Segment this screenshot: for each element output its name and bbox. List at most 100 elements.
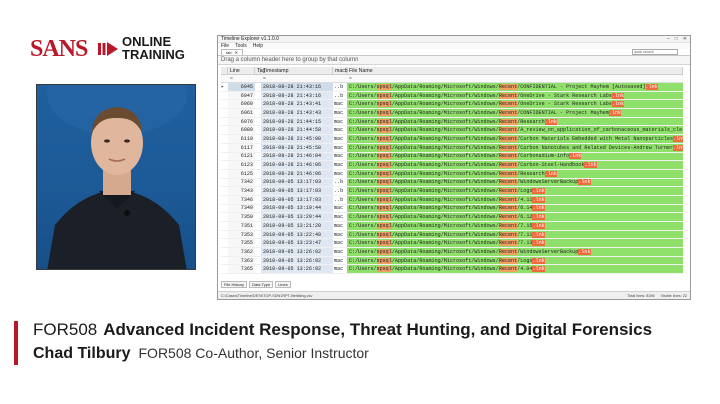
file-path-name: /Research [517, 118, 545, 125]
cell-file-name: C:/Users/spsql/AppData/Roaming/Microsoft… [347, 117, 683, 126]
window-titlebar: Timeline Explorer v1.1.0.0 – □ ✕ [218, 36, 690, 43]
table-row[interactable]: 6061 2018-08-28 21:43:43 mac C:/Users/spsql… [221, 109, 683, 118]
table-row[interactable]: 7350 2018-09-05 13:20:44 mac C:/Users/spsql… [221, 213, 683, 222]
table-row[interactable]: 6125 2018-08-28 21:46:06 mac C:/Users/spsql… [221, 169, 683, 179]
table-row[interactable]: ▸ 6045 2018-08-28 21:43:16 ..b C:/Users/spsq… [221, 83, 683, 92]
table-row[interactable]: 7349 2018-09-05 13:19:44 mac C:/Users/spsql… [221, 204, 683, 214]
table-row[interactable]: 7353 2018-09-05 13:22:40 mac C:/Users/spsql… [221, 230, 683, 240]
table-row[interactable]: 6110 2018-08-28 21:45:00 mac C:/Users/spsql… [221, 135, 683, 144]
col-file-name[interactable]: File Name [347, 67, 683, 74]
cell-line: 7350 [228, 213, 255, 221]
highlight-lnk-ext: .lnk [532, 214, 545, 221]
cell-macb: mac [334, 109, 344, 116]
cell-timestamp: 2018-09-05 13:19:44 [261, 204, 333, 213]
cell-macb: mac [334, 135, 344, 142]
table-row[interactable]: 6047 2018-08-28 21:43:16 ..b C:/Users/spsql… [221, 91, 683, 101]
group-by-panel[interactable]: Drag a column header here to group by th… [218, 56, 690, 65]
file-path-prefix: C:/Users/ [349, 170, 377, 177]
highlight-recent: Recent [498, 127, 518, 134]
bottom-tab-lines[interactable]: Lines [275, 281, 291, 288]
file-path-name: /CONFIDENTIAL - Project Mayhem [Autosave… [517, 83, 646, 90]
cell-line: 7351 [228, 222, 255, 230]
highlight-recent: Recent [498, 231, 518, 238]
row-indicator [221, 257, 228, 265]
row-indicator [221, 248, 228, 256]
table-row[interactable]: 7346 2018-09-05 13:17:03 ..b C:/Users/spsql… [221, 195, 683, 205]
highlight-username: spsql [376, 196, 392, 203]
menu-help[interactable]: Help [253, 43, 263, 49]
table-row[interactable]: 6117 2018-08-28 21:45:58 mac C:/Users/spsql… [221, 143, 683, 153]
col-line[interactable]: Line [228, 67, 255, 74]
presenter-webcam [36, 84, 196, 270]
cell-line: 7362 [228, 248, 255, 256]
highlight-username: spsql [376, 162, 392, 169]
file-path-name: /WindowsServerBackup [517, 248, 579, 255]
cell-line: 6060 [228, 100, 255, 109]
cell-line: 6061 [228, 109, 255, 117]
file-path-prefix: C:/Users/ [349, 135, 377, 142]
highlight-recent: Recent [498, 162, 518, 169]
highlight-username: spsql [376, 205, 392, 212]
table-row[interactable]: 6060 2018-08-28 21:43:41 mac C:/Users/spsql… [221, 100, 683, 110]
cell-timestamp: 2018-08-28 21:43:16 [261, 83, 333, 91]
table-row[interactable]: 6076 2018-08-28 21:44:15 mac C:/Users/spsql… [221, 117, 683, 127]
col-macb[interactable]: macb [333, 67, 348, 74]
highlight-username: spsql [376, 92, 392, 99]
quick-search-input[interactable]: quick search [632, 49, 678, 55]
file-path-mid: /AppData/Roaming/Microsoft/Windows/ [391, 92, 499, 99]
bottom-tab-file-history[interactable]: File History [221, 281, 248, 288]
file-path-mid: /AppData/Roaming/Microsoft/Windows/ [391, 109, 499, 116]
table-row[interactable]: 7351 2018-09-05 13:21:20 mac C:/Users/spsql… [221, 222, 683, 231]
file-path-prefix: C:/Users/ [349, 127, 377, 134]
table-row[interactable]: 7355 2018-09-05 13:23:47 mac C:/Users/spsql… [221, 239, 683, 249]
row-indicator [221, 153, 228, 161]
cell-line: 7346 [228, 195, 255, 204]
highlight-recent: Recent [498, 179, 518, 186]
presenter-line: Chad Tilbury FOR508 Co-Author, Senior Ins… [33, 345, 369, 363]
logo-training: TRAINING [122, 47, 185, 62]
cell-line: 7365 [228, 265, 255, 274]
col-timestamp[interactable]: Timestamp [261, 67, 333, 74]
file-path-prefix: C:/Users/ [349, 231, 377, 238]
cell-file-name: C:/Users/spsql/AppData/Roaming/Microsoft… [347, 230, 683, 239]
cell-line: 6117 [228, 143, 255, 152]
cell-file-name: C:/Users/spsql/AppData/Roaming/Microsoft… [347, 178, 683, 187]
cell-line: 6076 [228, 117, 255, 126]
presenter-figure [47, 85, 187, 269]
file-path-mid: /AppData/Roaming/Microsoft/Windows/ [391, 205, 499, 212]
cell-timestamp: 2018-09-05 13:22:40 [261, 230, 333, 239]
cell-macb: mac [334, 231, 344, 238]
tab-close-icon[interactable]: ✕ [235, 50, 238, 55]
filter-file-name[interactable]: = [347, 76, 683, 82]
file-path-name: /Logs [517, 257, 533, 264]
table-row[interactable]: 6089 2018-08-28 21:44:58 mac C:/Users/spsql… [221, 126, 683, 136]
cell-macb: mac [334, 144, 344, 151]
cell-file-name: C:/Users/spsql/AppData/Roaming/Microsoft… [347, 143, 683, 152]
highlight-recent: Recent [498, 92, 518, 99]
maximize-icon[interactable]: □ [675, 36, 678, 42]
tab-timeline[interactable]: tab ✕ [221, 49, 243, 55]
highlight-recent: Recent [498, 118, 518, 125]
filter-timestamp[interactable]: = [261, 76, 333, 82]
table-row[interactable]: 7365 2018-09-05 13:26:02 mac C:/Users/spsql… [221, 265, 683, 275]
table-row[interactable]: 6123 2018-08-28 21:46:06 mac C:/Users/spsql… [221, 161, 683, 170]
file-path-prefix: C:/Users/ [349, 240, 377, 247]
minimize-icon[interactable]: – [667, 36, 670, 42]
table-row[interactable]: 7363 2018-09-05 13:26:02 mac C:/Users/spsql… [221, 256, 683, 266]
table-row[interactable]: 6121 2018-08-28 21:46:04 mac C:/Users/spsql… [221, 152, 683, 162]
table-row[interactable]: 7342 2018-09-05 13:17:03 ..b C:/Users/spsql… [221, 178, 683, 188]
cell-file-name: C:/Users/spsql/AppData/Roaming/Microsoft… [347, 169, 683, 178]
highlight-recent: Recent [498, 222, 518, 229]
table-row[interactable]: 7362 2018-09-05 13:26:02 mac C:/Users/spsql… [221, 248, 683, 257]
quick-search-placeholder: quick search [634, 50, 654, 54]
cell-timestamp: 2018-08-28 21:43:41 [261, 100, 333, 109]
bottom-tab-data-type[interactable]: Data Type [249, 281, 274, 288]
highlight-recent: Recent [498, 205, 518, 212]
cell-line: 6110 [228, 135, 255, 143]
filter-line[interactable]: = [228, 76, 255, 82]
file-path-prefix: C:/Users/ [349, 222, 377, 229]
highlight-username: spsql [376, 83, 392, 90]
file-path-prefix: C:/Users/ [349, 92, 377, 99]
close-icon[interactable]: ✕ [683, 36, 687, 42]
table-row[interactable]: 7343 2018-09-05 13:17:03 ..b C:/Users/spsql… [221, 187, 683, 196]
